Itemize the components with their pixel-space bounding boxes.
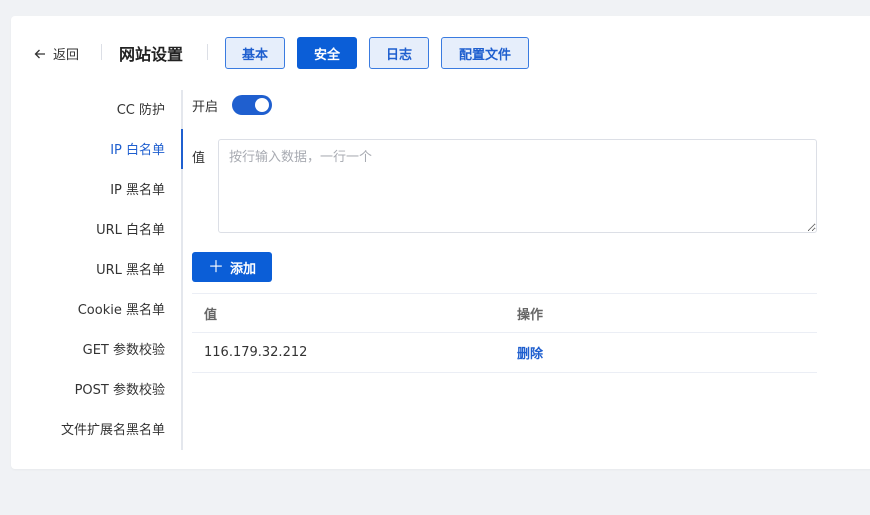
sidebar-item-ip-whitelist[interactable]: IP 白名单 <box>5 128 165 168</box>
page-header: 返回 网站设置 基本 安全 日志 配置文件 <box>11 16 870 90</box>
whitelist-table: 值 操作 116.179.32.212 删除 <box>192 293 817 373</box>
plus-icon: ＋ <box>207 257 224 276</box>
back-button[interactable]: 返回 <box>33 44 79 63</box>
delete-button[interactable]: 删除 <box>517 343 543 362</box>
sidebar-active-indicator <box>181 129 183 169</box>
tab-logs[interactable]: 日志 <box>369 37 429 69</box>
tab-config-file[interactable]: 配置文件 <box>441 37 529 69</box>
sidebar-item-url-blacklist[interactable]: URL 黑名单 <box>5 248 165 288</box>
back-label: 返回 <box>53 48 80 63</box>
table-row: 116.179.32.212 删除 <box>192 333 817 373</box>
tab-basic[interactable]: 基本 <box>225 37 285 69</box>
sidebar-item-url-whitelist[interactable]: URL 白名单 <box>5 208 165 248</box>
enable-toggle[interactable] <box>232 95 272 115</box>
add-button-label: 添加 <box>230 261 257 277</box>
sidebar-item-file-ext-blacklist[interactable]: 文件扩展名黑名单 <box>5 408 165 448</box>
header-divider <box>207 44 208 60</box>
enable-label: 开启 <box>192 100 219 115</box>
sidebar-item-cookie-blacklist[interactable]: Cookie 黑名单 <box>5 288 165 328</box>
settings-card: 返回 网站设置 基本 安全 日志 配置文件 CC 防护 IP 白名单 IP 黑名… <box>11 16 870 469</box>
column-header-value: 值 <box>204 307 218 323</box>
sidebar-item-ip-blacklist[interactable]: IP 黑名单 <box>5 168 165 208</box>
sidebar-item-cc-protection[interactable]: CC 防护 <box>5 88 165 128</box>
value-input[interactable] <box>218 139 817 233</box>
sidebar-item-get-param-check[interactable]: GET 参数校验 <box>5 328 165 368</box>
tab-security[interactable]: 安全 <box>297 37 357 69</box>
add-button[interactable]: ＋ 添加 <box>192 252 272 282</box>
header-divider <box>101 44 102 60</box>
cell-value: 116.179.32.212 <box>204 345 308 360</box>
security-sidebar: CC 防护 IP 白名单 IP 黑名单 URL 白名单 URL 黑名单 Cook… <box>11 88 183 450</box>
sidebar-item-post-param-check[interactable]: POST 参数校验 <box>5 368 165 408</box>
toggle-knob <box>255 98 269 112</box>
column-header-action: 操作 <box>517 307 544 323</box>
value-label: 值 <box>192 151 206 166</box>
cell-action: 删除 <box>517 333 543 372</box>
page-title: 网站设置 <box>119 45 184 64</box>
arrow-left-icon <box>34 49 45 58</box>
table-header-row: 值 操作 <box>192 293 817 333</box>
